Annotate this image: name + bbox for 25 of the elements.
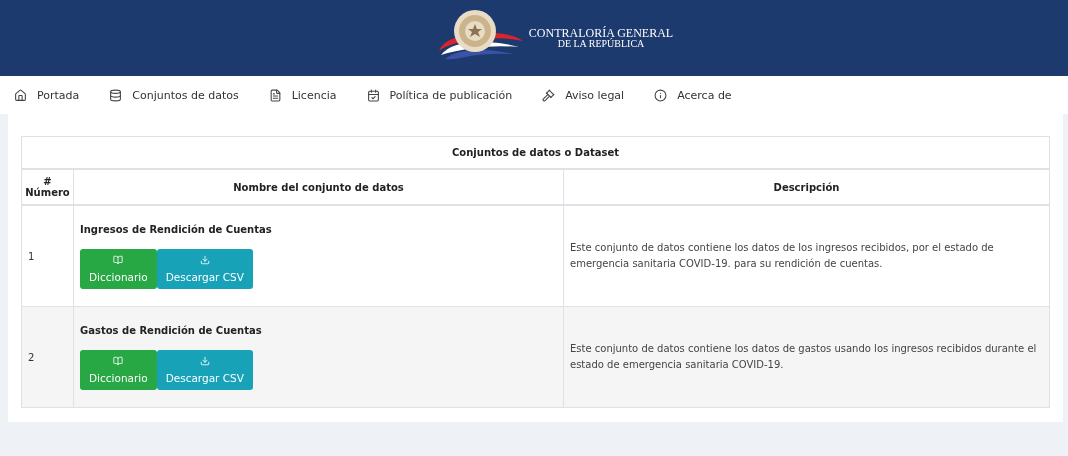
nav-link[interactable]: Política de publicación [366, 88, 513, 102]
table-title: Conjuntos de datos o Dataset [21, 136, 1050, 169]
nav-link[interactable]: Aviso legal [542, 88, 625, 102]
calendar-icon [366, 88, 380, 102]
book-icon [113, 254, 124, 265]
home-icon [14, 88, 27, 102]
database-icon [109, 88, 123, 102]
download-icon [199, 355, 210, 366]
dataset-name: Gastos de Rendición de Cuentas [80, 324, 263, 336]
gavel-icon [542, 88, 556, 102]
document-icon [268, 88, 282, 102]
description-text: Este conjunto de datos contiene los datos de gastos usando los ingresos recibidos durante el estado de emergencia sanitaria COVID-19. [570, 343, 1037, 370]
book-icon [113, 355, 124, 366]
table-cell: 2 [21, 306, 74, 408]
info-icon [654, 88, 668, 102]
nav-link[interactable]: Acerca de [654, 88, 732, 102]
table-cell: 1 [21, 205, 74, 307]
nav-link[interactable]: Portada [14, 88, 80, 102]
nav-link[interactable]: Licencia [268, 88, 337, 102]
dataset-name: Ingresos de Rendición de Cuentas [80, 223, 273, 235]
description-text: Este conjunto de datos contiene los datos de los ingresos recibidos, por el estado de emergencia sanitaria COVID-19. para su rendición de cuentas. [570, 242, 994, 269]
logo-text: DE LA REPÚBLICA [557, 39, 645, 49]
nav-link[interactable]: Conjuntos de datos [109, 88, 239, 102]
logo-text: CONTRALORÍA GENERAL [528, 27, 674, 39]
download-icon [199, 254, 210, 265]
